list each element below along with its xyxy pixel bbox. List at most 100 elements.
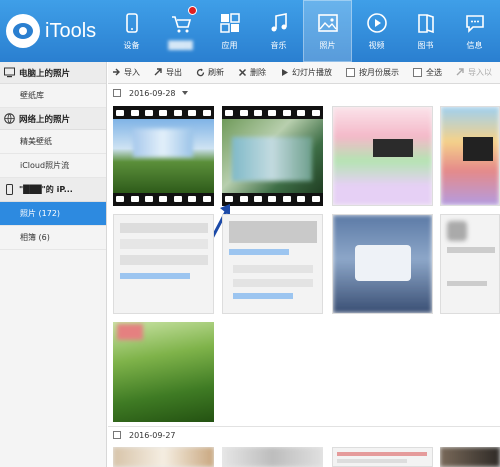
film-strip-top (222, 107, 323, 119)
photo-image (440, 447, 500, 467)
screenshot-content (337, 459, 407, 463)
import-label: 导入 (124, 68, 140, 77)
video-icon (366, 12, 387, 33)
screenshot-content (337, 452, 427, 456)
photo-thumbnail[interactable] (222, 214, 323, 314)
sidebar-item-wallpaper-library[interactable]: 壁纸库 (0, 84, 106, 108)
notification-badge (188, 6, 197, 15)
photo-thumbnail[interactable] (113, 322, 214, 422)
screenshot-content (233, 265, 313, 273)
dialog-overlay (355, 245, 411, 281)
screenshot-content (229, 221, 317, 243)
date-group-header[interactable]: 2016-09-28 (113, 86, 188, 100)
nav-label: 设备 (123, 40, 140, 50)
export-label: 导出 (166, 68, 182, 77)
sidebar-section-device[interactable]: "███"的 iP... (0, 178, 106, 202)
photo-thumbnail[interactable] (440, 447, 500, 467)
sidebar-item-albums[interactable]: 相簿 (6) (0, 226, 106, 250)
film-strip-top (113, 107, 214, 119)
screenshot-content (120, 239, 208, 249)
pixelated-region (133, 129, 193, 157)
sidebar-item-icloud-stream[interactable]: iCloud照片流 (0, 154, 106, 178)
photo-thumbnail[interactable] (332, 106, 433, 206)
photo-image (113, 447, 214, 467)
nav-video[interactable]: 视频 (352, 0, 401, 62)
pixelated-region (232, 137, 312, 181)
nav-label: 应用 (221, 40, 238, 50)
nav-photos[interactable]: 照片 (303, 0, 352, 62)
delete-button[interactable]: 删除 (238, 67, 266, 78)
screenshot-content (120, 255, 208, 265)
import-to-icon (456, 68, 464, 76)
video-thumbnail-image (113, 119, 214, 193)
play-icon (282, 69, 288, 76)
import-to-label: 导入以 (468, 68, 492, 77)
refresh-button[interactable]: 刷新 (196, 67, 224, 78)
group-checkbox[interactable] (113, 89, 121, 97)
photo-thumbnail[interactable] (113, 447, 214, 467)
refresh-label: 刷新 (208, 68, 224, 77)
nav-books[interactable]: 图书 (401, 0, 450, 62)
close-icon (238, 68, 247, 77)
nav-label: 照片 (319, 40, 336, 50)
by-month-checkbox[interactable]: 按月份展示 (346, 67, 399, 78)
refresh-icon (196, 68, 205, 77)
blurred-screenshot (447, 221, 467, 241)
sidebar-item-fine-wallpaper[interactable]: 精美壁纸 (0, 130, 106, 154)
sidebar-item-photos[interactable]: 照片 (172) (0, 202, 106, 226)
app-logo: iTools (6, 14, 96, 48)
sidebar-item-label: 照片 (172) (20, 209, 61, 218)
monitor-icon (4, 67, 15, 78)
slideshow-label: 幻灯片播放 (292, 68, 332, 77)
device-icon (125, 12, 138, 33)
photo-thumbnail[interactable] (222, 447, 323, 467)
sidebar-item-label: 精美壁纸 (20, 137, 52, 146)
sidebar-item-label: iCloud照片流 (20, 161, 70, 170)
checkbox-box (413, 68, 422, 77)
photo-thumbnail[interactable] (332, 214, 433, 314)
sidebar-section-computer[interactable]: 电脑上的照片 (0, 62, 106, 84)
screenshot-content (229, 249, 289, 255)
import-button[interactable]: 导入 (112, 67, 140, 78)
sidebar-section-label: 电脑上的照片 (19, 68, 71, 79)
app-name: iTools (45, 19, 97, 42)
store-icon (171, 15, 191, 32)
photo-icon (317, 13, 338, 32)
photo-thumbnail[interactable] (222, 106, 323, 206)
nav-label: ████ (168, 40, 193, 50)
photo-thumbnail[interactable] (113, 214, 214, 314)
nav-label: 信息 (466, 40, 483, 50)
nav-apps[interactable]: 应用 (205, 0, 254, 62)
screenshot-content (120, 223, 208, 233)
sidebar-section-web[interactable]: 网络上的照片 (0, 108, 106, 130)
screenshot-content (120, 273, 190, 279)
date-group-header[interactable]: 2016-09-27 (113, 428, 176, 442)
main-nav: 设备 ████ 应用 音乐 照片 视频 图书 信息 (107, 0, 499, 62)
photo-thumbnail[interactable] (440, 106, 500, 206)
photo-thumbnail[interactable] (440, 214, 500, 314)
nav-messages[interactable]: 信息 (450, 0, 499, 62)
itools-logo-icon (6, 14, 40, 48)
slideshow-button[interactable]: 幻灯片播放 (280, 67, 332, 78)
apps-icon (219, 12, 240, 33)
checkbox-box (346, 68, 355, 77)
photo-thumbnail[interactable] (332, 447, 433, 467)
import-to-button[interactable]: 导入以 (456, 67, 492, 78)
import-icon (113, 68, 120, 76)
group-date: 2016-09-27 (129, 430, 176, 440)
select-all-label: 全选 (426, 68, 442, 77)
select-all-checkbox[interactable]: 全选 (413, 67, 442, 78)
photo-image (222, 447, 323, 467)
photo-thumbnail[interactable] (113, 106, 214, 206)
nav-music[interactable]: 音乐 (254, 0, 303, 62)
chevron-down-icon[interactable] (181, 91, 188, 95)
nav-store[interactable]: ████ (156, 0, 205, 62)
export-button[interactable]: 导出 (154, 67, 182, 78)
photo-toolbar: 导入 导出 刷新 删除 幻灯片播放 按月份展示 全选 导入以 (108, 62, 500, 84)
nav-device[interactable]: 设备 (107, 0, 156, 62)
group-date: 2016-09-28 (129, 88, 176, 98)
nav-label: 音乐 (270, 40, 287, 50)
message-icon (465, 14, 484, 33)
group-checkbox[interactable] (113, 431, 121, 439)
by-month-label: 按月份展示 (359, 68, 399, 77)
